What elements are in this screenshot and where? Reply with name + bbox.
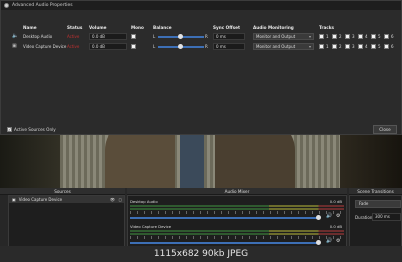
header-mono: Mono [131,25,144,30]
row-name: Desktop Audio [23,34,53,39]
header-balance: Balance [153,25,172,30]
track-checkbox[interactable] [345,34,350,39]
row-status: Active [67,44,80,49]
volume-fader-handle[interactable] [316,240,321,245]
track-label: 4 [365,34,368,39]
mono-checkbox[interactable] [131,34,136,39]
header-audio-monitoring: Audio Monitoring [253,25,294,30]
track-label: 5 [378,44,381,49]
volume-fader-handle[interactable] [316,215,321,220]
track-label: 4 [365,44,368,49]
meter-scale [130,236,344,239]
track-checkbox[interactable] [319,44,324,49]
eye-icon[interactable]: 👁 [110,197,115,202]
volume-meter [130,233,344,235]
track-label: 6 [391,44,394,49]
mixer-dock-title: Audio Mixer [127,188,347,195]
track-label: 1 [326,34,329,39]
active-sources-only-label: Active Sources Only [14,127,56,132]
mixer-title: Audio Mixer [224,189,250,194]
row-status: Active [67,34,80,39]
header-tracks: Tracks [319,25,335,30]
audio-row-desktop: 🔈 Desktop Audio Active 0.0 dB L R 0 ms M… [1,32,402,42]
sources-dock-title: Sources [0,188,125,195]
dialog-title: Advanced Audio Properties [12,3,73,8]
mixer-channel-name: Desktop Audio [130,199,158,204]
mono-checkbox[interactable] [131,44,136,49]
track-label: 3 [352,44,355,49]
active-sources-only-checkbox[interactable]: ✓ Active Sources Only [7,127,56,132]
track-checkbox[interactable] [345,44,350,49]
track-checkbox[interactable] [332,34,337,39]
advanced-audio-properties-dialog: Advanced Audio Properties Name Status Vo… [0,0,402,135]
duration-input[interactable]: 300 ms [372,213,401,221]
track-checkbox[interactable] [371,44,376,49]
volume-meter [130,208,344,210]
source-item[interactable]: ▣ Video Capture Device 👁 ◻ [9,196,124,203]
gear-icon[interactable]: ⚙ [336,213,340,219]
track-label: 6 [391,34,394,39]
header-volume: Volume [89,25,107,30]
mixer-channel-name: Video Capture Device [130,224,172,229]
meter-scale [130,211,344,214]
speaker-icon[interactable]: 🔊 [326,213,332,219]
mixer-channel-db: 0.0 dB [329,224,342,229]
volume-meter [130,205,344,207]
gear-icon[interactable]: ⚙ [336,238,340,244]
volume-input[interactable]: 0.0 dB [89,33,127,40]
monitoring-value: Monitor and Output [256,44,296,49]
volume-meter [130,230,344,232]
balance-left-label: L [153,44,156,49]
camera-icon: ▣ [12,197,16,202]
balance-right-label: R [205,34,208,39]
sources-title: Sources [54,189,71,194]
dialog-title-bar[interactable]: Advanced Audio Properties [1,1,401,10]
track-label: 1 [326,44,329,49]
obs-logo-icon [4,3,9,8]
track-checkbox[interactable] [384,44,389,49]
monitoring-value: Monitor and Output [256,34,296,39]
camera-icon: ▣ [12,43,17,49]
sync-offset-input[interactable]: 0 ms [213,43,245,50]
mixer-channel-db: 0.0 dB [329,199,342,204]
track-checkbox[interactable] [371,34,376,39]
audio-monitoring-select[interactable]: Monitor and Output ▾ [253,33,314,40]
track-label: 2 [339,34,342,39]
transitions-title: Scene Transitions [357,189,394,194]
header-name: Name [23,25,37,30]
track-checkbox[interactable] [319,34,324,39]
track-label: 2 [339,44,342,49]
speaker-icon[interactable]: 🔊 [326,238,332,244]
track-checkbox[interactable] [384,34,389,39]
track-checkbox[interactable] [358,34,363,39]
unlock-icon[interactable]: ◻ [119,197,122,202]
chevron-down-icon: ▾ [308,34,311,39]
volume-fader[interactable] [130,242,320,244]
audio-row-video-capture: ▣ Video Capture Device Active 0.0 dB L R… [1,42,402,52]
source-name: Video Capture Device [18,197,63,202]
balance-left-label: L [153,34,156,39]
chevron-down-icon: ▾ [308,44,311,49]
checkmark-icon: ✓ [7,127,12,132]
header-status: Status [67,25,83,30]
duration-label: Duration [355,215,373,220]
audio-monitoring-select[interactable]: Monitor and Output ▾ [253,43,314,50]
close-button[interactable]: Close [373,125,397,134]
balance-right-label: R [205,44,208,49]
transitions-dock-title: Scene Transitions [349,188,402,195]
transition-select[interactable]: Fade [355,200,401,208]
header-sync-offset: Sync Offset [213,25,240,30]
speaker-icon: 🔈 [12,33,19,39]
sync-offset-input[interactable]: 0 ms [213,33,245,40]
track-checkbox[interactable] [358,44,363,49]
balance-slider-handle[interactable] [178,34,183,39]
track-label: 3 [352,34,355,39]
balance-slider-handle[interactable] [178,44,183,49]
row-name: Video Capture Device [23,44,67,49]
volume-input[interactable]: 0.0 dB [89,43,127,50]
track-label: 5 [378,34,381,39]
volume-fader[interactable] [130,217,320,219]
image-info-caption: 1115x682 90kb JPEG [0,246,402,262]
track-checkbox[interactable] [332,44,337,49]
